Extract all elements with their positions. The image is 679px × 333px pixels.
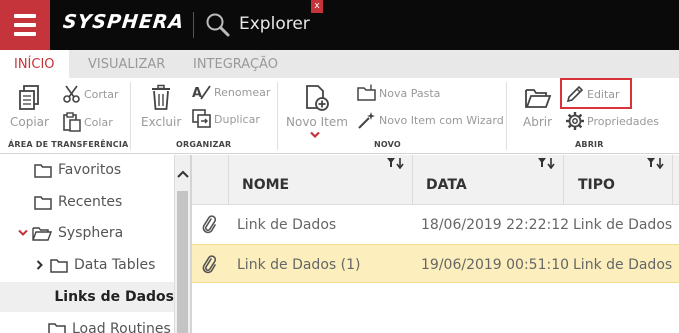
menu-icon-bar [14, 14, 36, 18]
properties-button[interactable]: Propriedades [565, 111, 659, 131]
folder-icon [34, 163, 52, 178]
group-label-new: NOVO [374, 140, 401, 149]
new-item-button[interactable]: Novo Item [286, 84, 348, 129]
ribbon-separator [277, 82, 278, 150]
tree-item-data-tables[interactable]: Data Tables [36, 250, 155, 280]
cell-date: 18/06/2019 22:22:12 [421, 217, 570, 233]
duplicate-icon [192, 109, 211, 128]
ribbon-tabs: INÍCIO VISUALIZAR INTEGRAÇÃO [0, 50, 679, 78]
folder-tree: Favoritos Recentes Sysphera Data Tables … [0, 155, 192, 333]
column-divider [672, 155, 673, 205]
cut-button[interactable]: Cortar [62, 84, 119, 104]
close-button[interactable]: x [311, 0, 323, 13]
tree-item-sysphera[interactable]: Sysphera [18, 218, 123, 248]
chevron-down-icon[interactable] [310, 131, 320, 139]
open-label: Abrir [523, 115, 553, 129]
tab-integracao[interactable]: INTEGRAÇÃO [193, 50, 278, 78]
table-row-selected[interactable]: Link de Dados (1) 19/06/2019 00:51:10 Li… [192, 244, 679, 283]
svg-text:A: A [192, 86, 202, 101]
cell-date: 19/06/2019 00:51:10 [421, 257, 570, 273]
cell-type: Link de Dados [573, 217, 673, 233]
header-divider [193, 12, 194, 38]
items-grid: NOME DATA TIPO Link de Dados 18/06/2019 … [192, 155, 679, 333]
copy-label: Copiar [10, 115, 49, 129]
group-label-clipboard: ÁREA DE TRANSFERÊNCIA [8, 140, 129, 149]
menu-icon-bar [14, 23, 36, 27]
table-row[interactable]: Link de Dados 18/06/2019 22:22:12 Link d… [192, 205, 679, 244]
folder-open-icon [32, 226, 52, 241]
grid-header: NOME DATA TIPO [192, 155, 679, 205]
ribbon-separator [506, 82, 507, 150]
scrollbar-thumb[interactable] [177, 191, 188, 333]
properties-label: Propriedades [587, 114, 659, 128]
new-item-wizard-button[interactable]: Novo Item com Wizard [357, 111, 504, 129]
tree-item-recentes[interactable]: Recentes [34, 187, 122, 217]
paperclip-icon [202, 255, 216, 274]
cell-name: Link de Dados (1) [237, 257, 361, 273]
cell-type: Link de Dados [573, 257, 673, 273]
ribbon-separator [130, 82, 131, 150]
paperclip-icon [202, 215, 216, 234]
tree-item-favoritos[interactable]: Favoritos [34, 155, 121, 185]
new-item-label: Novo Item [286, 115, 348, 129]
scissors-icon [63, 85, 80, 103]
top-bar: SYSPHERA Explorer x [0, 0, 679, 50]
new-item-icon [306, 85, 329, 111]
new-item-wizard-label: Novo Item com Wizard [379, 113, 504, 127]
rename-button[interactable]: A Renomear [192, 82, 270, 102]
rename-icon: A [192, 85, 211, 101]
new-folder-label: Nova Pasta [379, 86, 441, 100]
paste-label: Colar [84, 115, 113, 129]
column-divider [412, 155, 413, 205]
highlight-box [560, 78, 632, 109]
app-title: Explorer [239, 14, 310, 34]
chevron-up-icon[interactable] [176, 169, 190, 179]
chevron-down-icon[interactable] [18, 229, 28, 237]
search-icon[interactable] [205, 12, 231, 38]
new-folder-button[interactable]: Nova Pasta [357, 84, 440, 102]
paste-icon [63, 112, 81, 132]
open-button[interactable]: Abrir [523, 84, 552, 129]
column-header-nome[interactable]: NOME [242, 177, 289, 193]
column-header-data[interactable]: DATA [426, 177, 467, 193]
menu-icon-bar [14, 32, 36, 36]
trash-icon [152, 84, 171, 110]
folder-icon [50, 258, 68, 273]
chevron-right-icon[interactable] [36, 260, 44, 270]
menu-button[interactable] [0, 0, 50, 50]
wand-icon [358, 112, 375, 129]
cell-name: Link de Dados [237, 217, 337, 233]
copy-button[interactable]: Copiar [10, 84, 49, 129]
column-divider [228, 155, 229, 205]
filter-sort-icon[interactable] [646, 157, 666, 169]
filter-sort-icon[interactable] [537, 157, 557, 169]
filter-sort-icon[interactable] [386, 157, 406, 169]
column-header-tipo[interactable]: TIPO [578, 177, 615, 193]
folder-open-icon [524, 89, 551, 108]
group-label-open: ABRIR [575, 140, 604, 149]
new-folder-icon [357, 84, 376, 101]
tree-item-links-de-dados[interactable]: Links de Dados [0, 282, 174, 312]
copy-icon [19, 85, 40, 110]
folder-icon [34, 195, 52, 210]
gear-icon [566, 112, 584, 130]
duplicate-label: Duplicar [214, 112, 260, 126]
group-label-organize: ORGANIZAR [176, 140, 232, 149]
column-divider [563, 155, 564, 205]
rename-label: Renomear [214, 85, 271, 99]
cut-label: Cortar [84, 87, 119, 101]
duplicate-button[interactable]: Duplicar [192, 109, 260, 129]
delete-button[interactable]: Excluir [141, 84, 181, 129]
brand-logo: SYSPHERA [61, 11, 186, 33]
tab-inicio[interactable]: INÍCIO [0, 50, 69, 78]
paste-button[interactable]: Colar [62, 112, 113, 132]
ribbon: Copiar Cortar Colar ÁREA DE TRANSFERÊNCI… [0, 78, 679, 154]
folder-icon [48, 322, 66, 333]
tree-scrollbar[interactable] [174, 155, 190, 333]
tree-item-load-routines[interactable]: Load Routines [48, 314, 171, 333]
tab-visualizar[interactable]: VISUALIZAR [88, 50, 165, 78]
delete-label: Excluir [141, 115, 182, 129]
